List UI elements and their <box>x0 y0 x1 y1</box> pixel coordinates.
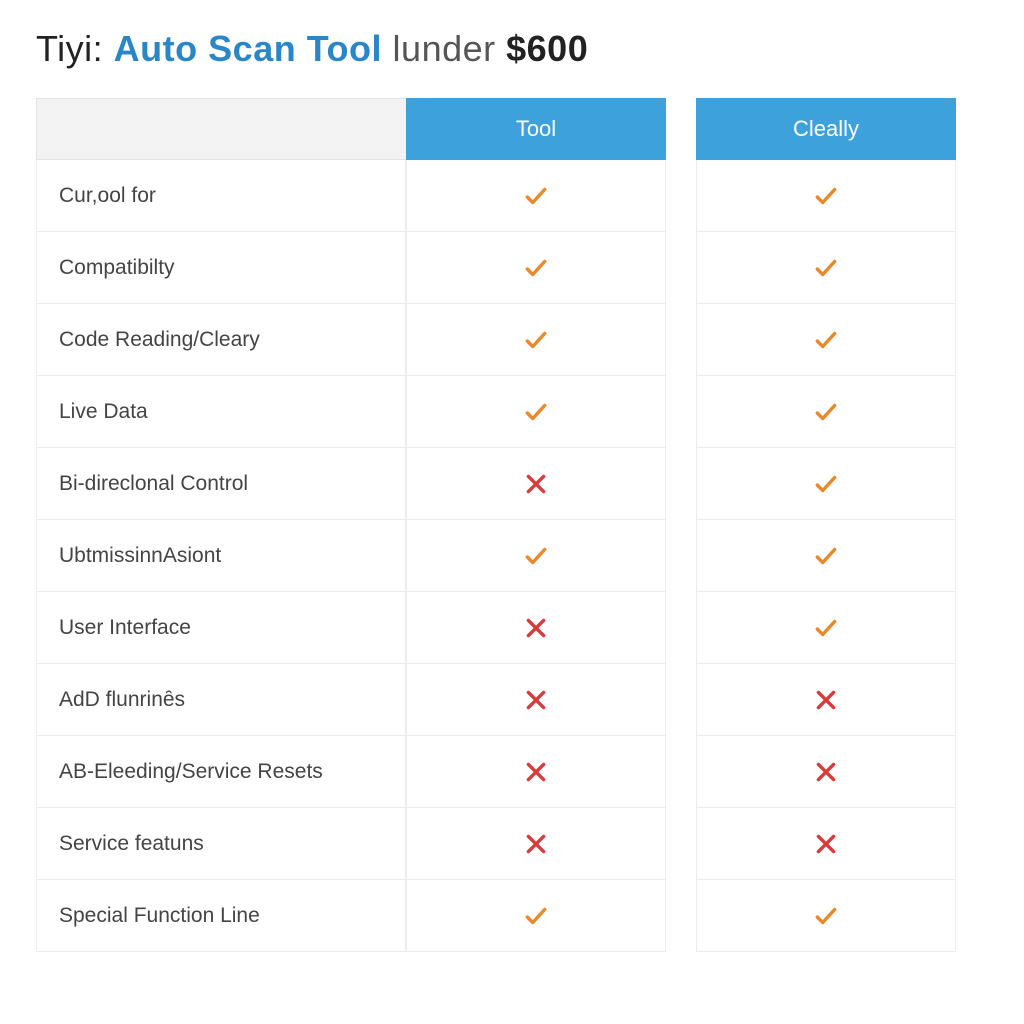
row-label-text: Special Function Line <box>59 904 260 928</box>
row-gap <box>666 880 696 952</box>
check-icon <box>523 903 549 929</box>
check-icon <box>813 183 839 209</box>
cell-cleally <box>696 520 956 592</box>
cross-icon <box>523 471 549 497</box>
row-label: AB-Eleeding/Service Resets <box>36 736 406 808</box>
title-under: lunder <box>393 28 496 69</box>
cross-icon <box>523 831 549 857</box>
check-icon <box>523 399 549 425</box>
cross-icon <box>523 759 549 785</box>
row-label: User Interface <box>36 592 406 664</box>
comparison-table: Tool Cleally Cur,ool for Compatibilty Code… <box>36 98 988 952</box>
row-label-text: UbtmissinnAsiont <box>59 544 221 568</box>
row-label-text: User Interface <box>59 616 191 640</box>
title-auto: Auto <box>114 28 198 69</box>
column-header-cleally: Cleally <box>696 98 956 160</box>
page-title: Tiyі: Auto Scan Tool lunder $600 <box>36 28 988 70</box>
cell-cleally <box>696 376 956 448</box>
row-label-text: Cur,ool for <box>59 184 156 208</box>
cross-icon <box>813 759 839 785</box>
row-gap <box>666 808 696 880</box>
cell-cleally <box>696 664 956 736</box>
row-label-text: Compatibilty <box>59 256 175 280</box>
title-pre: Tiyі: <box>36 28 103 69</box>
row-gap <box>666 592 696 664</box>
row-gap <box>666 160 696 232</box>
cell-cleally <box>696 448 956 520</box>
cell-tool <box>406 520 666 592</box>
row-label-text: Live Data <box>59 400 148 424</box>
header-blank <box>36 98 406 160</box>
cross-icon <box>523 687 549 713</box>
row-gap <box>666 376 696 448</box>
cell-cleally <box>696 232 956 304</box>
cell-cleally <box>696 880 956 952</box>
row-label-text: AdD flunrinȇs <box>59 688 185 712</box>
check-icon <box>523 183 549 209</box>
title-tool: Tool <box>307 28 382 69</box>
column-header-cleally-label: Cleally <box>793 116 859 142</box>
cross-icon <box>523 615 549 641</box>
column-header-tool: Tool <box>406 98 666 160</box>
cell-tool <box>406 232 666 304</box>
cell-tool <box>406 376 666 448</box>
cell-tool <box>406 880 666 952</box>
cross-icon <box>813 687 839 713</box>
row-label: Service featuns <box>36 808 406 880</box>
cell-tool <box>406 736 666 808</box>
cell-tool <box>406 160 666 232</box>
row-label-text: AB-Eleeding/Service Resets <box>59 760 323 784</box>
cell-cleally <box>696 160 956 232</box>
check-icon <box>813 327 839 353</box>
row-gap <box>666 448 696 520</box>
cell-cleally <box>696 304 956 376</box>
row-label: Special Function Line <box>36 880 406 952</box>
check-icon <box>813 615 839 641</box>
row-label-text: Service featuns <box>59 832 204 856</box>
row-label: Cur,ool for <box>36 160 406 232</box>
cell-tool <box>406 664 666 736</box>
check-icon <box>523 327 549 353</box>
check-icon <box>813 399 839 425</box>
cell-tool <box>406 592 666 664</box>
row-label: AdD flunrinȇs <box>36 664 406 736</box>
row-label: UbtmissinnAsiont <box>36 520 406 592</box>
cell-cleally <box>696 736 956 808</box>
check-icon <box>813 471 839 497</box>
cell-tool <box>406 304 666 376</box>
check-icon <box>813 255 839 281</box>
row-label: Live Data <box>36 376 406 448</box>
cell-tool <box>406 448 666 520</box>
row-label-text: Bi-direclonal Control <box>59 472 248 496</box>
column-header-tool-label: Tool <box>516 116 556 142</box>
check-icon <box>813 903 839 929</box>
row-gap <box>666 304 696 376</box>
row-label-text: Code Reading/Cleary <box>59 328 260 352</box>
row-gap <box>666 232 696 304</box>
cell-cleally <box>696 592 956 664</box>
row-gap <box>666 736 696 808</box>
cell-cleally <box>696 808 956 880</box>
row-label: Bi-direclonal Control <box>36 448 406 520</box>
row-gap <box>666 664 696 736</box>
check-icon <box>813 543 839 569</box>
title-price: $600 <box>506 28 588 69</box>
cross-icon <box>813 831 839 857</box>
cell-tool <box>406 808 666 880</box>
check-icon <box>523 255 549 281</box>
row-gap <box>666 520 696 592</box>
check-icon <box>523 543 549 569</box>
row-label: Compatibilty <box>36 232 406 304</box>
row-label: Code Reading/Cleary <box>36 304 406 376</box>
title-scan: Scan <box>208 28 296 69</box>
header-gap <box>666 98 696 160</box>
